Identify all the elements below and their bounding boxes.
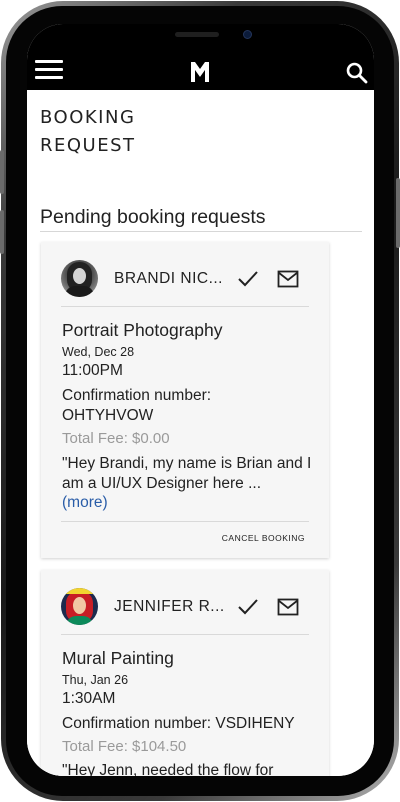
request-message: "Hey Jenn, needed the flow for xyxy=(62,762,274,776)
card-divider xyxy=(61,521,309,522)
booking-date: Wed, Dec 28 xyxy=(62,345,135,359)
main-content: BOOKING REQUEST Pending booking requests… xyxy=(27,90,374,776)
total-fee: Total Fee: $104.50 xyxy=(62,738,187,755)
check-icon[interactable] xyxy=(237,597,259,617)
speaker-grille xyxy=(175,32,219,37)
hamburger-menu-icon[interactable] xyxy=(35,60,65,82)
booking-time: 11:00PM xyxy=(62,362,123,379)
mail-icon[interactable] xyxy=(277,270,299,288)
phone-side-button xyxy=(396,178,400,248)
page-title-line: REQUEST xyxy=(40,135,136,156)
service-title: Portrait Photography xyxy=(62,320,223,340)
section-divider xyxy=(40,231,362,232)
card-divider xyxy=(61,306,309,307)
more-link[interactable]: (more) xyxy=(62,494,108,512)
total-fee: Total Fee: $0.00 xyxy=(62,430,170,447)
card-divider xyxy=(61,634,309,635)
check-icon[interactable] xyxy=(237,269,259,289)
phone-notch xyxy=(105,24,296,52)
booking-time: 1:30AM xyxy=(62,690,116,707)
avatar[interactable] xyxy=(61,588,98,625)
booking-request-card: BRANDI NIC... Portrait Photography Wed, … xyxy=(41,242,329,558)
confirmation-number: Confirmation number: OHTYHVOW xyxy=(62,386,312,426)
service-title: Mural Painting xyxy=(62,648,174,668)
brand-logo-icon[interactable] xyxy=(189,60,211,84)
page-title: BOOKING REQUEST xyxy=(40,104,240,160)
avatar[interactable] xyxy=(61,260,98,297)
phone-side-button xyxy=(0,210,4,254)
confirmation-label: Confirmation number: xyxy=(62,715,212,732)
confirmation-value: OHTYHVOW xyxy=(62,407,154,424)
booking-date: Thu, Jan 26 xyxy=(62,673,129,687)
search-icon[interactable] xyxy=(345,61,369,85)
confirmation-value: VSDIHENY xyxy=(215,715,295,732)
phone-side-button xyxy=(0,150,4,194)
phone-frame: BOOKING REQUEST Pending booking requests… xyxy=(0,0,400,802)
confirmation-label: Confirmation number: xyxy=(62,387,212,404)
confirmation-number: Confirmation number: VSDIHENY xyxy=(62,714,312,734)
front-camera xyxy=(243,30,252,39)
booking-request-card: JENNIFER R... Mural Painting Thu, Jan 26… xyxy=(41,570,329,776)
phone-screen: BOOKING REQUEST Pending booking requests… xyxy=(27,24,374,776)
section-title: Pending booking requests xyxy=(40,206,266,228)
cancel-booking-button[interactable]: CANCEL BOOKING xyxy=(222,533,305,543)
requester-name[interactable]: JENNIFER R... xyxy=(114,598,224,616)
page-title-line: BOOKING xyxy=(40,107,136,128)
requester-name[interactable]: BRANDI NIC... xyxy=(114,270,224,288)
request-message: "Hey Brandi, my name is Brian and I am a… xyxy=(62,455,312,492)
mail-icon[interactable] xyxy=(277,598,299,616)
